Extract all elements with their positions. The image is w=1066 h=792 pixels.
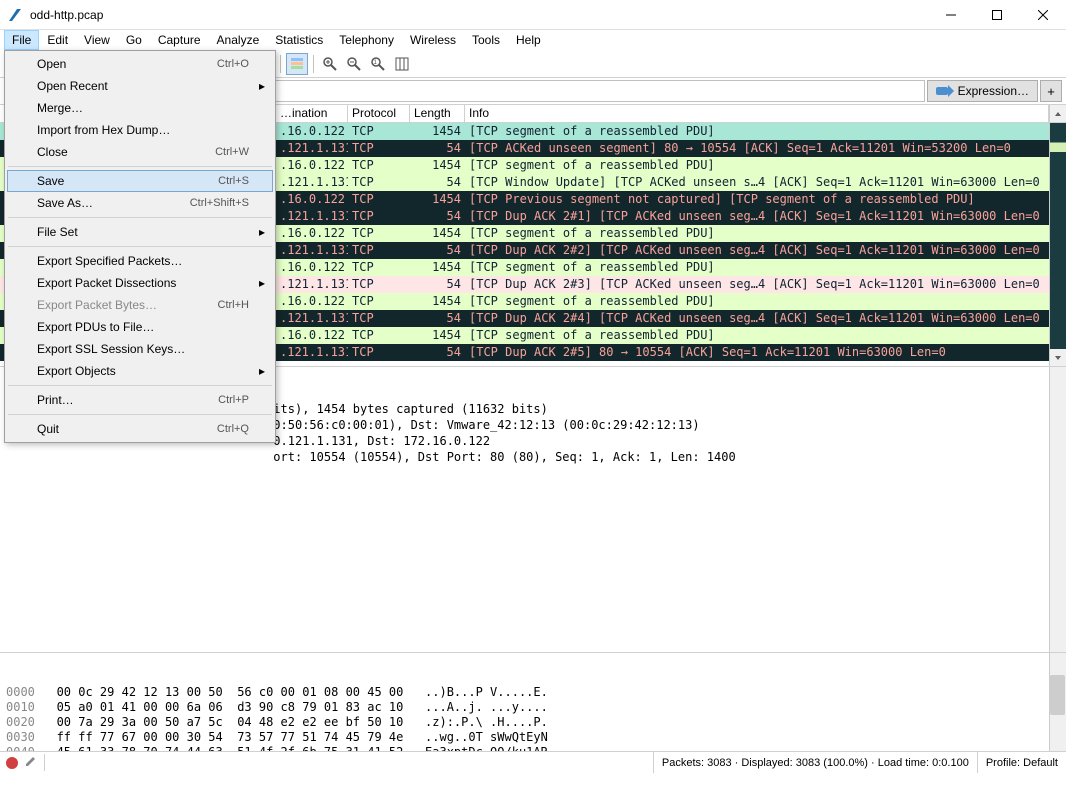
menu-item-save[interactable]: SaveCtrl+S (7, 170, 273, 192)
close-button[interactable] (1020, 0, 1066, 29)
maximize-button[interactable] (974, 0, 1020, 29)
add-filter-button[interactable]: + (1040, 80, 1062, 102)
status-packets: Packets: 3083 · Displayed: 3083 (100.0%)… (653, 752, 977, 773)
menu-item-quit[interactable]: QuitCtrl+Q (7, 418, 273, 440)
col-destination[interactable]: …ination (276, 105, 348, 122)
status-profile[interactable]: Profile: Default (977, 752, 1066, 773)
arrow-right-icon (936, 85, 954, 97)
minimap-scrollbar[interactable] (1049, 123, 1066, 366)
submenu-arrow-icon: ▸ (259, 276, 265, 290)
scroll-up-icon[interactable] (1049, 105, 1066, 122)
menu-item-file-set[interactable]: File Set▸ (7, 221, 273, 243)
details-line[interactable]: ort: 10554 (10554), Dst Port: 80 (80), S… (6, 449, 1060, 465)
hex-line[interactable]: 0040 45 61 33 78 70 74 44 63 51 4f 2f 6b… (6, 745, 1060, 751)
menu-item-close[interactable]: CloseCtrl+W (7, 141, 273, 163)
svg-text:1: 1 (374, 60, 378, 66)
menu-telephony[interactable]: Telephony (331, 30, 402, 50)
minimize-button[interactable] (928, 0, 974, 29)
hex-scrollbar[interactable] (1049, 653, 1066, 751)
menu-item-save-as[interactable]: Save As…Ctrl+Shift+S (7, 192, 273, 214)
submenu-arrow-icon: ▸ (259, 225, 265, 239)
expert-info-icon[interactable] (6, 757, 18, 769)
hex-line[interactable]: 0020 00 7a 29 3a 00 50 a7 5c 04 48 e2 e2… (6, 715, 1060, 730)
menu-wireless[interactable]: Wireless (402, 30, 464, 50)
hex-line[interactable]: 0000 00 0c 29 42 12 13 00 50 56 c0 00 01… (6, 685, 1060, 700)
menu-tools[interactable]: Tools (464, 30, 508, 50)
col-length[interactable]: Length (410, 105, 465, 122)
edit-capture-comment-icon[interactable] (24, 754, 38, 771)
menu-item-export-packet-bytes: Export Packet Bytes…Ctrl+H (7, 294, 273, 316)
menubar: FileEditViewGoCaptureAnalyzeStatisticsTe… (0, 30, 1066, 50)
col-info[interactable]: Info (465, 105, 1049, 122)
menu-item-merge[interactable]: Merge… (7, 97, 273, 119)
menu-item-open-recent[interactable]: Open Recent▸ (7, 75, 273, 97)
app-icon (8, 7, 24, 23)
zoom-reset-icon[interactable]: 1 (367, 53, 389, 75)
col-protocol[interactable]: Protocol (348, 105, 410, 122)
submenu-arrow-icon: ▸ (259, 364, 265, 378)
menu-file[interactable]: File (4, 30, 39, 50)
window-title: odd-http.pcap (30, 8, 928, 22)
menu-item-export-ssl-session-keys[interactable]: Export SSL Session Keys… (7, 338, 273, 360)
zoom-in-icon[interactable] (319, 53, 341, 75)
menu-capture[interactable]: Capture (150, 30, 209, 50)
menu-item-open[interactable]: OpenCtrl+O (7, 53, 273, 75)
menu-help[interactable]: Help (508, 30, 549, 50)
submenu-arrow-icon: ▸ (259, 79, 265, 93)
file-menu-dropdown: OpenCtrl+OOpen Recent▸Merge…Import from … (4, 50, 276, 443)
expression-label: Expression… (958, 84, 1029, 98)
menu-go[interactable]: Go (118, 30, 150, 50)
menu-analyze[interactable]: Analyze (209, 30, 268, 50)
menu-item-export-pdus-to-file[interactable]: Export PDUs to File… (7, 316, 273, 338)
menu-item-import-from-hex-dump[interactable]: Import from Hex Dump… (7, 119, 273, 141)
menu-edit[interactable]: Edit (39, 30, 76, 50)
menu-view[interactable]: View (76, 30, 118, 50)
packet-bytes-pane[interactable]: 0000 00 0c 29 42 12 13 00 50 56 c0 00 01… (0, 652, 1066, 751)
menu-item-export-objects[interactable]: Export Objects▸ (7, 360, 273, 382)
expression-button[interactable]: Expression… (927, 80, 1038, 102)
scroll-down-icon[interactable] (1049, 349, 1066, 366)
zoom-out-icon[interactable] (343, 53, 365, 75)
titlebar: odd-http.pcap (0, 0, 1066, 30)
menu-statistics[interactable]: Statistics (267, 30, 331, 50)
details-scrollbar[interactable] (1049, 367, 1066, 652)
menu-item-export-specified-packets[interactable]: Export Specified Packets… (7, 250, 273, 272)
statusbar: Packets: 3083 · Displayed: 3083 (100.0%)… (0, 751, 1066, 773)
hex-line[interactable]: 0010 05 a0 01 41 00 00 6a 06 d3 90 c8 79… (6, 700, 1060, 715)
menu-item-print[interactable]: Print…Ctrl+P (7, 389, 273, 411)
colorize-icon[interactable] (286, 53, 308, 75)
resize-columns-icon[interactable] (391, 53, 413, 75)
hex-line[interactable]: 0030 ff ff 77 67 00 00 30 54 73 57 77 51… (6, 730, 1060, 745)
menu-item-export-packet-dissections[interactable]: Export Packet Dissections▸ (7, 272, 273, 294)
